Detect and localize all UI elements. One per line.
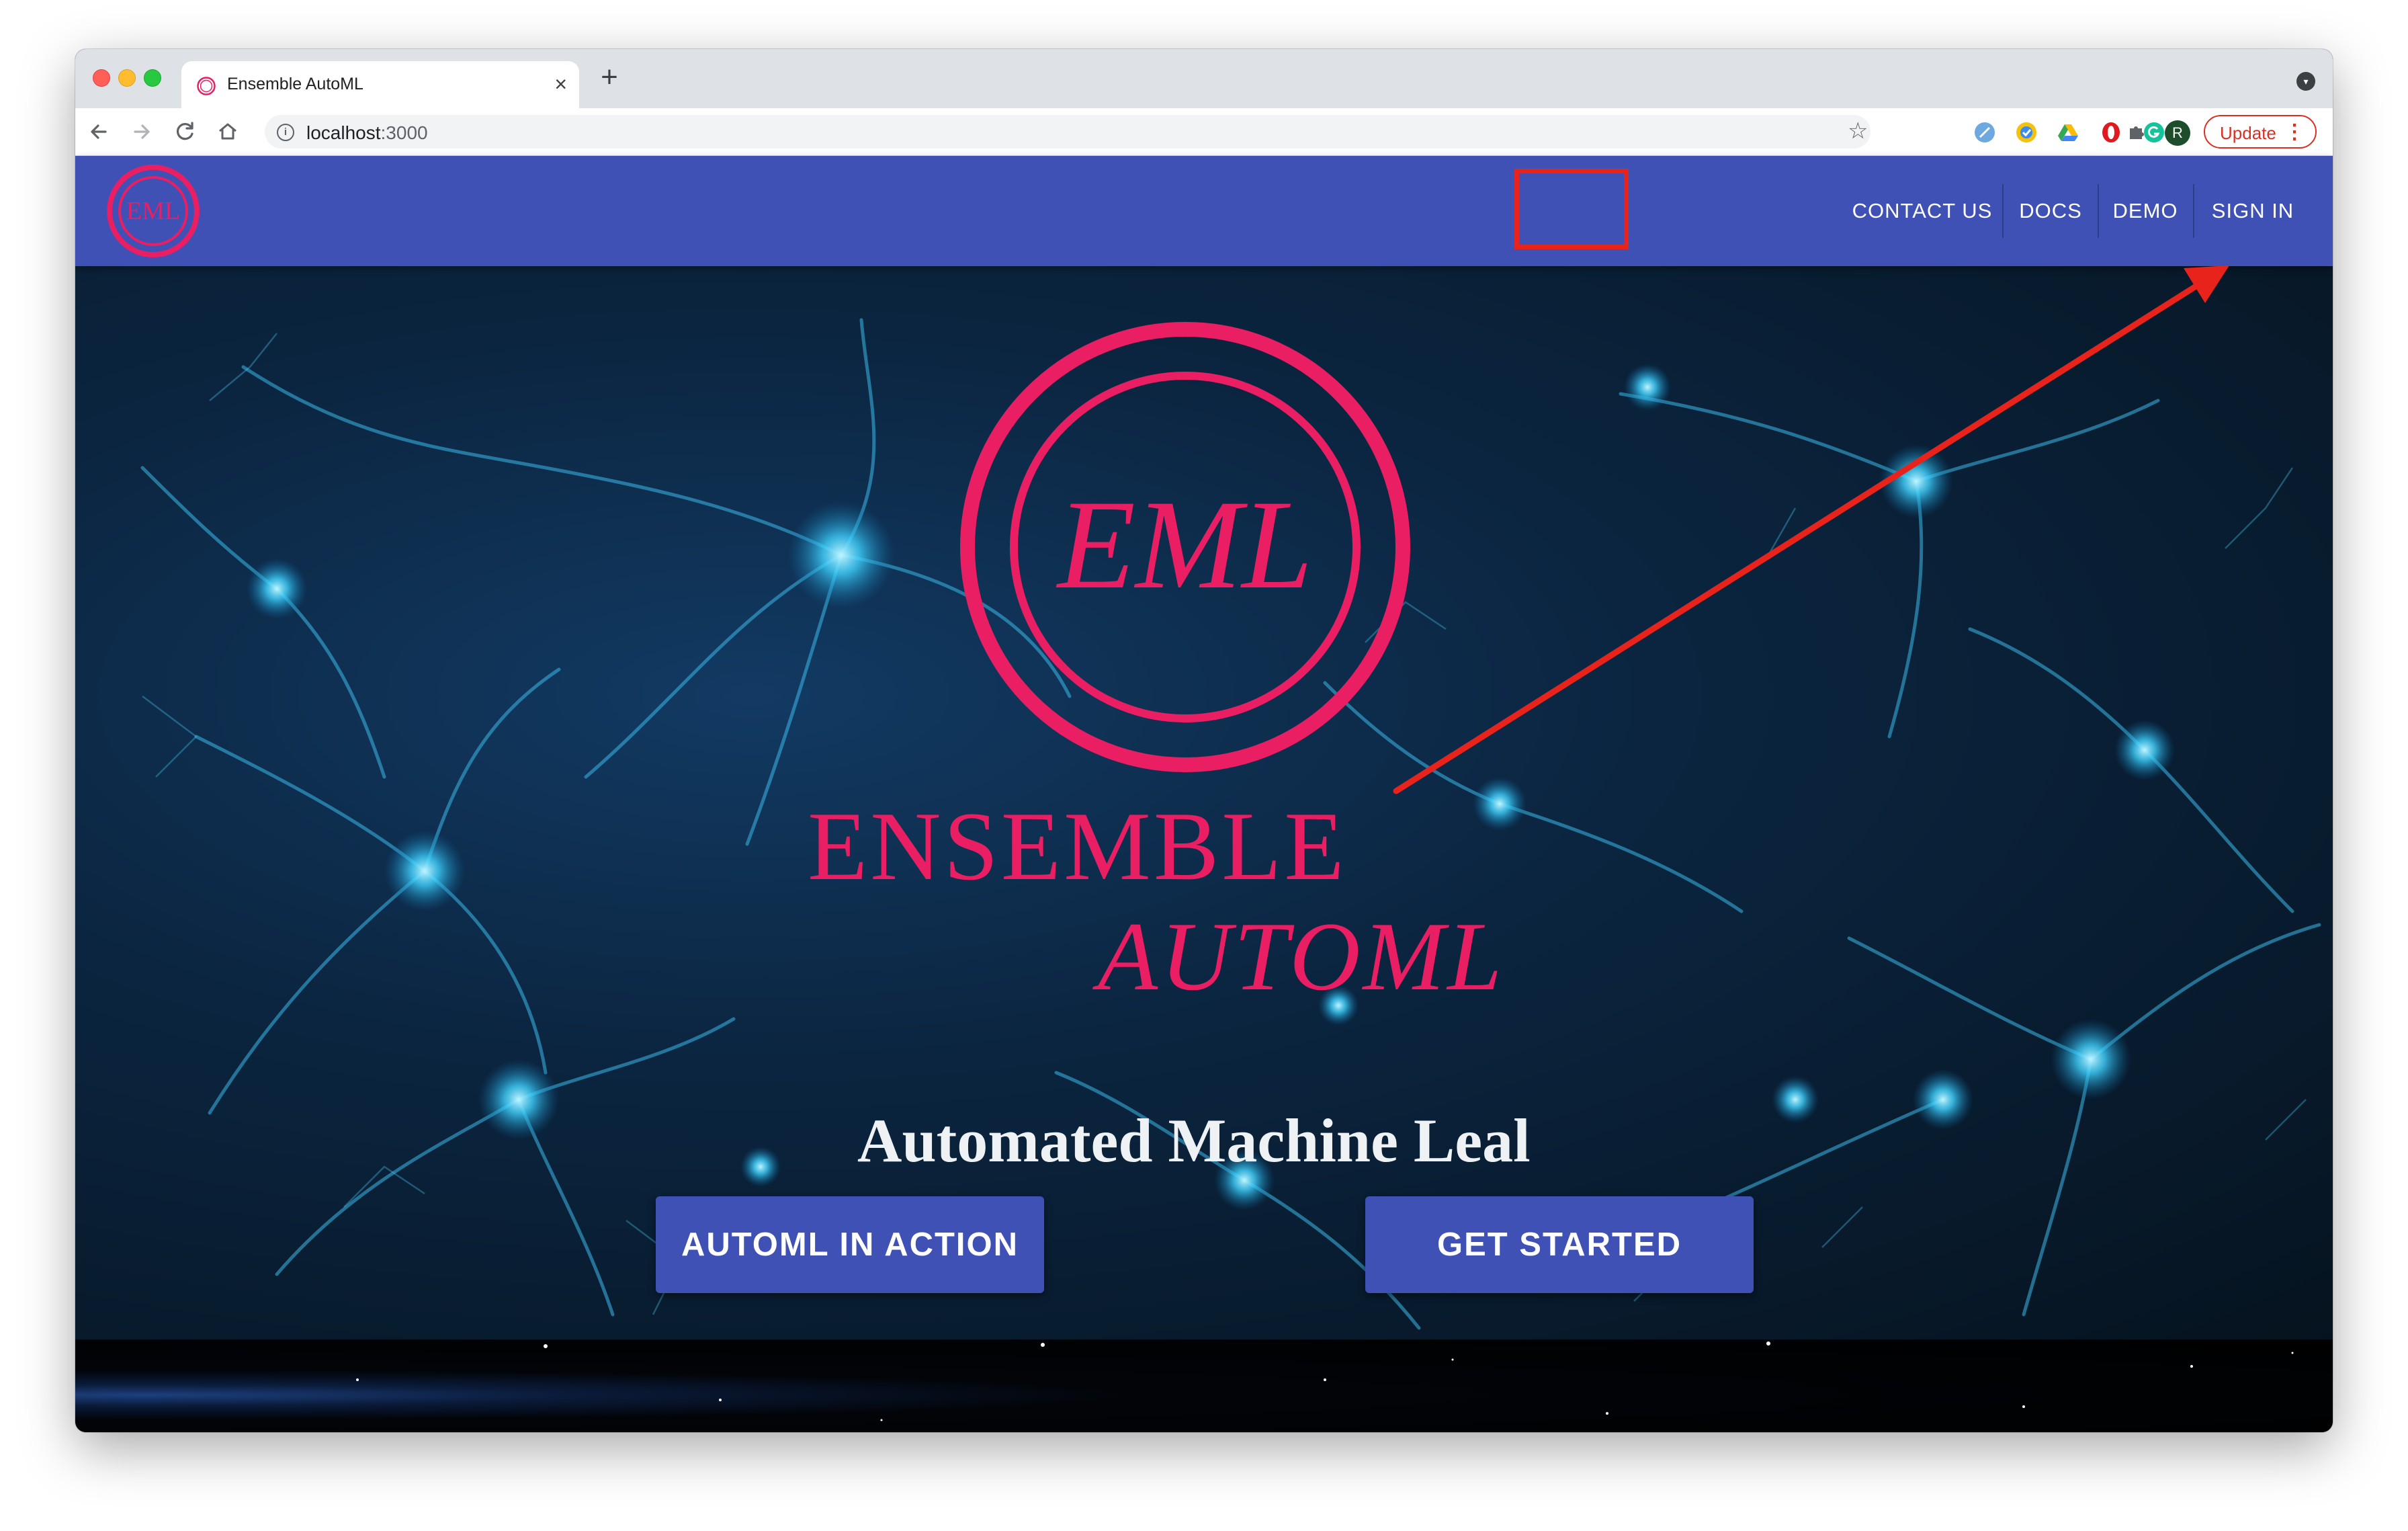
favicon-icon — [197, 77, 216, 95]
svg-text:EML: EML — [126, 197, 180, 225]
opera-extension-icon[interactable] — [2100, 122, 2122, 143]
checkmark-extension-icon[interactable] — [2016, 122, 2037, 143]
drive-extension-icon[interactable] — [2057, 122, 2079, 143]
starfield-section — [75, 1339, 2333, 1432]
home-icon[interactable] — [214, 118, 242, 146]
new-tab-button[interactable]: + — [593, 56, 626, 99]
browser-window: Ensemble AutoML × + ▾ i localhost:3000 ☆ — [75, 49, 2333, 1432]
tab-search-icon[interactable]: ▾ — [2296, 72, 2315, 91]
browser-toolbar: i localhost:3000 ☆ R Update ⋮ — [75, 108, 2333, 156]
feather-extension-icon[interactable] — [1974, 122, 1995, 143]
starfield-image — [356, 1341, 2294, 1421]
nav-divider — [2193, 184, 2194, 238]
back-icon[interactable] — [85, 118, 113, 146]
tab-close-icon[interactable]: × — [554, 72, 567, 96]
maximize-window-button[interactable] — [144, 69, 161, 87]
address-bar[interactable]: i localhost:3000 — [265, 115, 1870, 149]
url-text: localhost:3000 — [306, 122, 428, 143]
forward-icon[interactable] — [128, 118, 156, 146]
automl-in-action-button[interactable]: AUTOML IN ACTION — [656, 1196, 1044, 1293]
hero-eml-logo-icon: EML — [960, 322, 1410, 772]
nav-docs[interactable]: DOCS — [2013, 191, 2088, 231]
nav-divider — [2098, 184, 2099, 238]
svg-text:EML: EML — [1056, 474, 1313, 616]
reload-icon[interactable] — [171, 118, 199, 146]
nav-demo[interactable]: DEMO — [2107, 191, 2184, 231]
minimize-window-button[interactable] — [118, 69, 136, 87]
hero-section: EML ENSEMBLE AUTOML Automated Machine Le… — [75, 266, 2333, 1339]
update-label: Update — [2220, 123, 2276, 143]
update-button[interactable]: Update ⋮ — [2204, 115, 2317, 149]
hero-title-line1: ENSEMBLE — [808, 792, 1347, 901]
bookmark-star-icon[interactable]: ☆ — [1848, 116, 1868, 146]
nav-contact-us[interactable]: CONTACT US — [1852, 191, 1993, 231]
tab-title: Ensemble AutoML — [227, 75, 363, 93]
info-icon[interactable]: i — [277, 124, 294, 141]
nav-divider — [2002, 184, 2004, 238]
eml-logo-icon[interactable]: EML — [106, 164, 200, 258]
nav-sign-in[interactable]: SIGN IN — [2202, 191, 2303, 231]
app-header: EML CONTACT US DOCS DEMO SIGN IN — [75, 156, 2333, 266]
profile-avatar[interactable]: R — [2165, 120, 2190, 146]
tab-strip: Ensemble AutoML × + ▾ — [75, 49, 2333, 108]
tab-ensemble-automl[interactable]: Ensemble AutoML × — [181, 61, 579, 108]
extensions-puzzle-icon[interactable] — [2126, 122, 2147, 143]
menu-dots-icon: ⋮ — [2284, 121, 2305, 143]
get-started-button[interactable]: GET STARTED — [1365, 1196, 1754, 1293]
close-window-button[interactable] — [93, 69, 110, 87]
sign-in-highlight-annotation — [1514, 169, 1629, 249]
hero-tagline: Automated Machine Leal — [857, 1106, 1531, 1175]
hero-title-line2: AUTOML — [1098, 902, 1505, 1011]
